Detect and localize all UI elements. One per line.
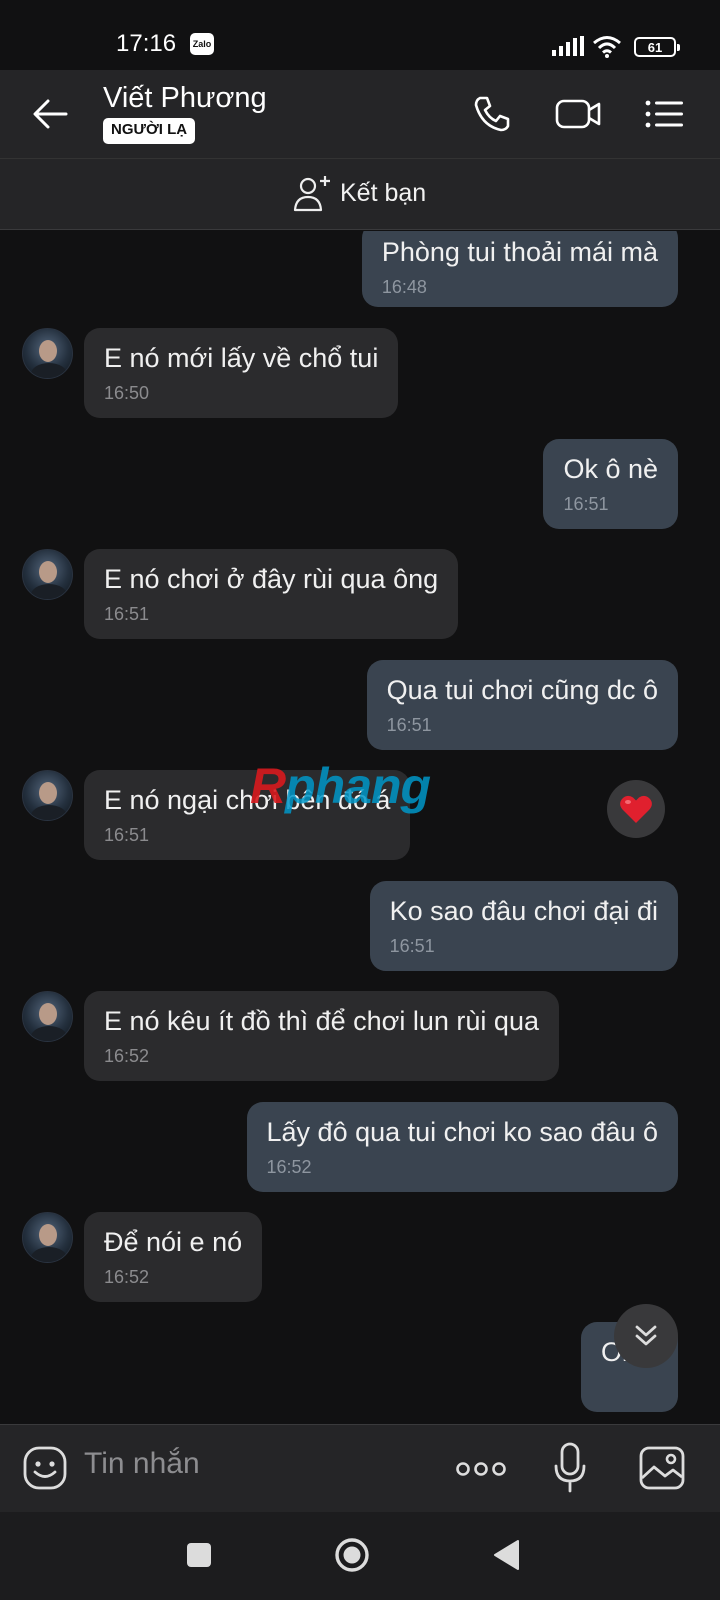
message-bubble-incoming[interactable]: E nó chơi ở đây rùi qua ông 16:51	[84, 549, 459, 639]
avatar[interactable]	[22, 770, 73, 821]
message-text: E nó mới lấy về chổ tui	[104, 343, 379, 373]
wifi-icon	[593, 36, 621, 58]
message-text: Qua tui chơi cũng dc ô	[386, 675, 658, 705]
status-bar: 17:16 Zalo 61	[0, 0, 720, 70]
chat-header: Viết Phương NGƯỜI LẠ	[0, 70, 720, 158]
message-bubble-outgoing[interactable]: Ok ô nè 16:51	[543, 439, 678, 529]
back-nav-icon[interactable]	[492, 1539, 520, 1571]
video-camera-icon[interactable]	[554, 92, 602, 136]
message-text: E nó kêu ít đồ thì để chơi lun rùi qua	[104, 1006, 539, 1036]
message-bubble-outgoing[interactable]: Qua tui chơi cũng dc ô 16:51	[366, 660, 678, 750]
more-dots-icon[interactable]	[455, 1455, 507, 1483]
message-time: 16:51	[389, 936, 435, 956]
recent-apps-icon[interactable]	[186, 1542, 212, 1568]
message-text: E nó chơi ở đây rùi qua ông	[104, 564, 439, 594]
message-time: 16:50	[104, 383, 150, 403]
status-time: 17:16	[116, 30, 177, 57]
heart-icon	[620, 795, 652, 823]
home-icon[interactable]	[334, 1537, 370, 1573]
message-text: Ko sao đâu chơi đại đi	[389, 896, 658, 926]
zalo-notification-icon: Zalo	[190, 33, 214, 55]
message-bubble-outgoing[interactable]: Phòng tui thoải mái mà 16:48	[361, 231, 678, 307]
message-time: 16:51	[104, 825, 150, 845]
message-list[interactable]: Phòng tui thoải mái mà 16:48 E nó mới lấ…	[0, 231, 720, 1424]
message-bubble-outgoing[interactable]: Ko sao đâu chơi đại đi 16:51	[369, 881, 678, 971]
chevron-double-down-icon	[635, 1325, 657, 1346]
message-text: Phòng tui thoải mái mà	[381, 237, 658, 267]
watermark-logo: Rphang	[250, 758, 431, 814]
chat-screen: 17:16 Zalo 61 Viết Phương NGƯỜI LẠ Kết b…	[0, 0, 720, 1600]
battery-level: 61	[647, 39, 663, 55]
message-composer: Tin nhắn	[0, 1424, 720, 1512]
battery-indicator: 61	[634, 37, 680, 57]
message-text: Ok ô nè	[563, 454, 658, 484]
phone-icon[interactable]	[470, 92, 514, 136]
system-navigation-bar	[0, 1512, 720, 1600]
message-bubble-incoming[interactable]: E nó kêu ít đồ thì để chơi lun rùi qua 1…	[84, 991, 559, 1081]
message-bubble-incoming[interactable]: E nó mới lấy về chổ tui 16:50	[84, 328, 399, 418]
list-menu-icon[interactable]	[642, 92, 686, 136]
scroll-to-bottom-button[interactable]	[614, 1304, 678, 1368]
stranger-badge: NGƯỜI LẠ	[103, 118, 196, 144]
image-icon[interactable]	[638, 1445, 686, 1491]
avatar[interactable]	[22, 991, 73, 1042]
message-time: 16:51	[563, 494, 609, 514]
avatar[interactable]	[22, 1212, 73, 1263]
back-arrow-icon[interactable]	[30, 94, 70, 134]
message-time: 16:52	[104, 1267, 150, 1287]
message-time: 16:48	[381, 277, 427, 297]
contact-name[interactable]: Viết Phương	[103, 82, 267, 115]
message-bubble-outgoing[interactable]: Lấy đô qua tui chơi ko sao đâu ô 16:52	[246, 1102, 678, 1192]
reaction-button[interactable]	[607, 780, 665, 838]
add-friend-label: Kết bạn	[340, 178, 427, 207]
message-text: Lấy đô qua tui chơi ko sao đâu ô	[266, 1117, 658, 1147]
microphone-icon[interactable]	[552, 1441, 588, 1495]
signal-icon	[552, 36, 584, 56]
avatar[interactable]	[22, 328, 73, 379]
add-friend-bar: Kết bạn	[0, 158, 720, 230]
message-time: 16:51	[104, 604, 150, 624]
message-time: 16:51	[386, 715, 432, 735]
add-friend-button[interactable]: Kết bạn	[292, 173, 426, 213]
message-time: 16:52	[104, 1046, 150, 1066]
message-bubble-incoming[interactable]: Để nói e nó 16:52	[84, 1212, 263, 1302]
emoji-icon[interactable]	[22, 1445, 68, 1491]
message-text: Để nói e nó	[104, 1227, 243, 1257]
add-person-icon	[293, 176, 330, 212]
message-time: 16:52	[266, 1157, 312, 1177]
avatar[interactable]	[22, 549, 73, 600]
message-input[interactable]: Tin nhắn	[84, 1447, 200, 1481]
